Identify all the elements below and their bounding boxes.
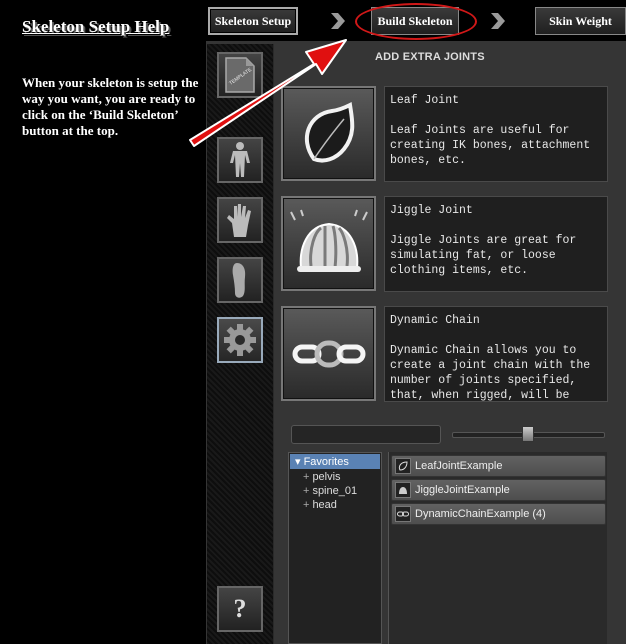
gear-icon (224, 324, 256, 356)
chain-icon (292, 340, 365, 367)
section-header: ADD EXTRA JOINTS (375, 51, 485, 63)
sidebar-hand-button[interactable] (217, 197, 263, 243)
highlight-ellipse (355, 3, 477, 40)
help-text: When your skeleton is setup the way you … (22, 75, 199, 138)
tree-item[interactable]: + head (289, 498, 381, 512)
sidebar-settings-button[interactable] (217, 317, 263, 363)
list-item-label: LeafJointExample (415, 460, 503, 472)
leaf-joint-description: Leaf Joint Leaf Joints are useful for cr… (384, 86, 608, 182)
tab-skin-weight[interactable]: Skin Weight (535, 7, 626, 35)
help-button[interactable]: ? (217, 586, 263, 632)
leaf-icon (395, 458, 411, 474)
sidebar-body-button[interactable] (217, 137, 263, 183)
leaf-joint-title: Leaf Joint (390, 94, 460, 107)
sidebar-template-button[interactable]: TEMPLATE (217, 52, 263, 98)
dynamic-chain-button[interactable] (281, 306, 376, 401)
chain-icon (395, 506, 411, 522)
joint-name-input[interactable] (291, 425, 441, 444)
jiggle-joint-text: Jiggle Joints are great for simulating f… (390, 234, 584, 277)
slider-handle[interactable] (522, 426, 534, 442)
foot-icon (232, 263, 246, 298)
list-item-label: JiggleJointExample (415, 484, 510, 496)
list-item[interactable]: DynamicChainExample (4) (391, 503, 606, 525)
example-list: LeafJointExample JiggleJointExample Dyna… (388, 452, 607, 644)
tree-item[interactable]: + spine_01 (289, 484, 381, 498)
chevron-right-icon (491, 13, 505, 29)
favorites-tree[interactable]: ▾ Favorites + pelvis + spine_01 + head (288, 452, 382, 644)
dynamic-chain-description: Dynamic Chain Dynamic Chain allows you t… (384, 306, 608, 402)
chevron-right-icon (331, 13, 345, 29)
sidebar-foot-button[interactable] (217, 257, 263, 303)
list-item-label: DynamicChainExample (4) (415, 508, 546, 520)
help-title: Skeleton Setup Help (22, 17, 170, 36)
hand-icon (227, 204, 251, 237)
tab-skeleton-setup[interactable]: Skeleton Setup (208, 7, 298, 35)
list-item[interactable]: JiggleJointExample (391, 479, 606, 501)
jelly-icon (395, 482, 411, 498)
jelly-icon (289, 209, 368, 272)
dynamic-chain-text: Dynamic Chain allows you to create a joi… (390, 344, 598, 402)
leaf-joint-button[interactable] (281, 86, 376, 181)
tree-item[interactable]: + pelvis (289, 470, 381, 484)
tree-item-favorites[interactable]: ▾ Favorites (290, 454, 380, 469)
body-icon (230, 142, 250, 177)
leaf-joint-text: Leaf Joints are useful for creating IK b… (390, 124, 598, 167)
jiggle-joint-button[interactable] (281, 196, 376, 291)
leaf-icon (304, 101, 354, 163)
jiggle-joint-title: Jiggle Joint (390, 204, 473, 217)
document-icon: TEMPLATE (225, 57, 255, 93)
jiggle-joint-description: Jiggle Joint Jiggle Joints are great for… (384, 196, 608, 292)
list-item[interactable]: LeafJointExample (391, 455, 606, 477)
dynamic-chain-title: Dynamic Chain (390, 314, 480, 327)
